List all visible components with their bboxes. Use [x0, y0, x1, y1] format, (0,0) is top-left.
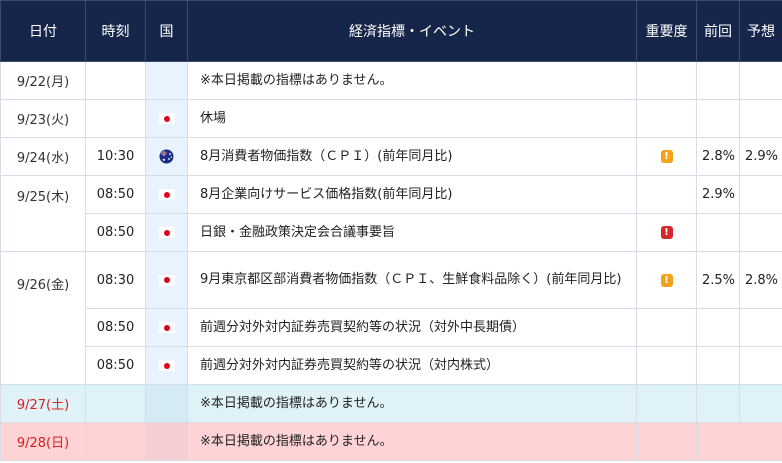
economic-calendar-table: 日付 時刻 国 経済指標・イベント 重要度 前回 予想 9/22(月) ※本日掲… — [0, 0, 782, 461]
event-cell: 休場 — [187, 99, 637, 138]
time-cell: 08:50 — [85, 308, 146, 347]
event-cell: 前週分対外対内証券売買契約等の状況（対内株式） — [187, 346, 637, 385]
country-cell — [145, 346, 188, 385]
header-forecast: 予想 — [739, 0, 782, 62]
country-cell — [145, 61, 188, 100]
importance-cell — [636, 384, 697, 423]
time-cell: 08:50 — [85, 175, 146, 214]
previous-cell — [696, 346, 740, 385]
table-row: 9/23(火) 休場 — [0, 99, 782, 138]
event-cell: 8月消費者物価指数（ＣＰＩ）(前年同月比) — [187, 137, 637, 176]
event-cell: 日銀・金融政策決定会合議事要旨 — [187, 213, 637, 252]
importance-cell — [636, 422, 697, 461]
header-previous: 前回 — [696, 0, 740, 62]
header-event: 経済指標・イベント — [187, 0, 637, 62]
japan-flag-icon — [158, 189, 175, 200]
previous-cell — [696, 422, 740, 461]
event-cell: ※本日掲載の指標はありません。 — [187, 422, 637, 461]
previous-cell: 2.8% — [696, 137, 740, 176]
forecast-cell: 2.9% — [739, 137, 782, 176]
country-cell — [145, 213, 188, 252]
importance-cell: ! — [636, 251, 697, 309]
header-date: 日付 — [0, 0, 86, 62]
table-row: 9/25(木) 08:50 8月企業向けサービス価格指数(前年同月比) 2.9% — [0, 175, 782, 252]
forecast-cell — [739, 384, 782, 423]
country-cell — [145, 308, 188, 347]
importance-cell: ! — [636, 213, 697, 252]
australia-flag-icon — [159, 149, 174, 164]
time-cell — [85, 384, 146, 423]
time-cell — [85, 99, 146, 138]
forecast-cell — [739, 99, 782, 138]
table-row: 9/27(土) ※本日掲載の指標はありません。 — [0, 384, 782, 423]
header-time: 時刻 — [85, 0, 146, 62]
table-row: 9/28(日) ※本日掲載の指標はありません。 — [0, 422, 782, 461]
importance-cell — [636, 308, 697, 347]
date-cell: 9/22(月) — [0, 61, 86, 100]
country-cell — [145, 422, 188, 461]
date-cell: 9/26(金) — [0, 251, 86, 385]
japan-flag-icon — [158, 360, 175, 371]
forecast-cell — [739, 61, 782, 100]
time-cell: 08:50 — [85, 346, 146, 385]
importance-high-icon: ! — [660, 226, 673, 239]
japan-flag-icon — [158, 274, 175, 286]
date-cell: 9/23(火) — [0, 99, 86, 138]
forecast-cell: 2.8% — [739, 251, 782, 309]
previous-cell — [696, 99, 740, 138]
importance-medium-icon: ! — [660, 273, 673, 287]
previous-cell — [696, 384, 740, 423]
forecast-cell — [739, 346, 782, 385]
country-cell — [145, 251, 188, 309]
importance-cell — [636, 61, 697, 100]
header-importance: 重要度 — [636, 0, 697, 62]
time-cell: 08:50 — [85, 213, 146, 252]
event-cell: 9月東京都区部消費者物価指数（ＣＰＩ、生鮮食料品除く）(前年同月比) — [187, 251, 637, 309]
importance-cell: ! — [636, 137, 697, 176]
importance-cell — [636, 99, 697, 138]
date-cell: 9/24(水) — [0, 137, 86, 176]
forecast-cell — [739, 422, 782, 461]
previous-cell — [696, 308, 740, 347]
japan-flag-icon — [158, 322, 175, 333]
date-cell: 9/27(土) — [0, 384, 86, 423]
time-cell: 10:30 — [85, 137, 146, 176]
event-cell: ※本日掲載の指標はありません。 — [187, 384, 637, 423]
header-country: 国 — [145, 0, 188, 62]
importance-cell — [636, 346, 697, 385]
country-cell — [145, 175, 188, 214]
date-cell: 9/25(木) — [0, 175, 86, 252]
time-cell — [85, 61, 146, 100]
event-cell: 前週分対外対内証券売買契約等の状況（対外中長期債） — [187, 308, 637, 347]
japan-flag-icon — [158, 227, 175, 238]
importance-cell — [636, 175, 697, 214]
time-cell — [85, 422, 146, 461]
country-cell — [145, 384, 188, 423]
importance-medium-icon: ! — [660, 150, 673, 163]
country-cell — [145, 99, 188, 138]
forecast-cell — [739, 213, 782, 252]
table-header-row: 日付 時刻 国 経済指標・イベント 重要度 前回 予想 — [0, 0, 782, 62]
time-cell: 08:30 — [85, 251, 146, 309]
table-row: 9/26(金) 08:30 9月東京都区部消費者物価指数（ＣＰＩ、生鮮食料品除く… — [0, 251, 782, 385]
country-cell — [145, 137, 188, 176]
table-row: 08:50 前週分対外対内証券売買契約等の状況（対外中長期債） — [1, 308, 782, 347]
previous-cell: 2.5% — [696, 251, 740, 309]
previous-cell: 2.9% — [696, 175, 740, 214]
table-row: 9/22(月) ※本日掲載の指標はありません。 — [0, 61, 782, 100]
previous-cell — [696, 213, 740, 252]
event-cell: 8月企業向けサービス価格指数(前年同月比) — [187, 175, 637, 214]
table-row: 9/24(水) 10:30 8月消費者物価指数（ＣＰＩ）(前年同月比) ! 2.… — [0, 137, 782, 176]
table-row: 08:50 日銀・金融政策決定会合議事要旨 ! — [1, 213, 782, 252]
table-row: 08:50 前週分対外対内証券売買契約等の状況（対内株式） — [1, 346, 782, 385]
japan-flag-icon — [158, 113, 175, 124]
forecast-cell — [739, 175, 782, 214]
date-cell: 9/28(日) — [0, 422, 86, 461]
forecast-cell — [739, 308, 782, 347]
event-cell: ※本日掲載の指標はありません。 — [187, 61, 637, 100]
previous-cell — [696, 61, 740, 100]
